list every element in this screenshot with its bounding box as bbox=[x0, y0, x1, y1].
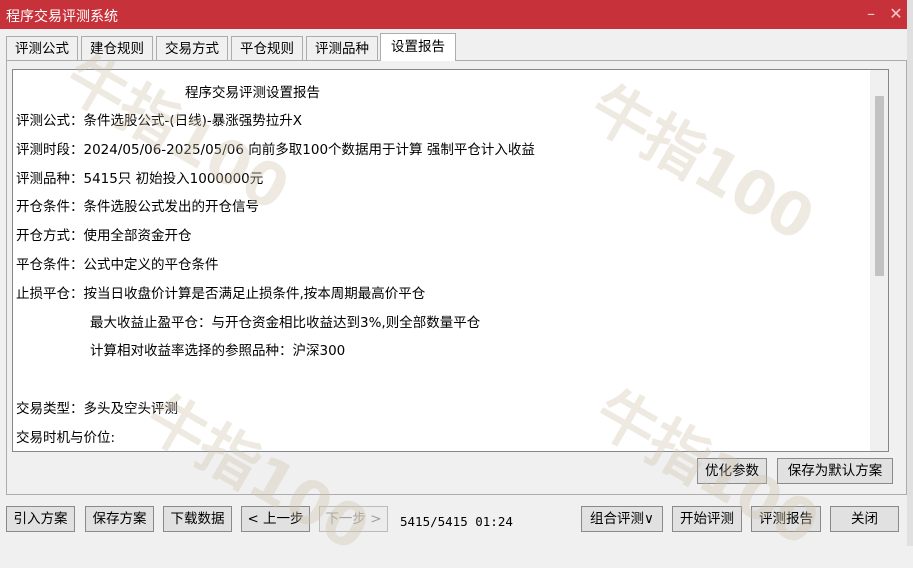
report-trade-timing: 交易时机与价位: bbox=[16, 430, 116, 446]
tab-symbols[interactable]: 评测品种 bbox=[306, 36, 378, 60]
report-open-method: 开仓方式：使用全部资金开仓 bbox=[16, 228, 192, 244]
tab-build-rules[interactable]: 建仓规则 bbox=[81, 36, 153, 60]
report-symbols: 评测品种：5415只 初始投入1000000元 bbox=[16, 171, 264, 187]
report-text-area[interactable]: 程序交易评测设置报告 评测公式：条件选股公式-(日线)-暴涨强势拉升X 评测时段… bbox=[12, 69, 889, 452]
save-default-scheme-button[interactable]: 保存为默认方案 bbox=[777, 458, 893, 484]
optimize-params-button[interactable]: 优化参数 bbox=[697, 458, 767, 484]
combo-eval-dropdown[interactable]: 组合评测∨ bbox=[581, 506, 663, 532]
report-open-condition: 开仓条件：条件选股公式发出的开仓信号 bbox=[16, 199, 259, 215]
vertical-scrollbar[interactable] bbox=[870, 70, 888, 451]
next-step-button[interactable]: 下一步 > bbox=[319, 506, 388, 532]
report-trade-type: 交易类型：多头及空头评测 bbox=[16, 401, 178, 417]
report-benchmark: 计算相对收益率选择的参照品种：沪深300 bbox=[90, 343, 346, 359]
report-heading: 程序交易评测设置报告 bbox=[185, 85, 320, 101]
title-bar: 程序交易评测系统 – ✕ bbox=[0, 0, 913, 29]
eval-report-button[interactable]: 评测报告 bbox=[751, 506, 821, 532]
report-close-condition: 平仓条件：公式中定义的平仓条件 bbox=[16, 257, 219, 273]
tab-formula[interactable]: 评测公式 bbox=[6, 36, 78, 60]
start-eval-button[interactable]: 开始评测 bbox=[672, 506, 742, 532]
close-button[interactable]: 关闭 bbox=[830, 506, 899, 532]
scrollbar-thumb[interactable] bbox=[875, 96, 884, 276]
download-data-button[interactable]: 下载数据 bbox=[163, 506, 232, 532]
close-icon[interactable]: ✕ bbox=[885, 3, 907, 25]
report-stop-loss: 止损平仓：按当日收盘价计算是否满足止损条件,按本周期最高价平仓 bbox=[16, 286, 426, 302]
window-edge bbox=[907, 0, 913, 546]
tab-close-rules[interactable]: 平仓规则 bbox=[231, 36, 303, 60]
progress-status: 5415/5415 01:24 bbox=[400, 514, 513, 529]
report-period: 评测时段：2024/05/06-2025/05/06 向前多取100个数据用于计… bbox=[16, 142, 535, 158]
tab-trade-method[interactable]: 交易方式 bbox=[156, 36, 228, 60]
prev-step-button[interactable]: < 上一步 bbox=[241, 506, 310, 532]
save-scheme-button[interactable]: 保存方案 bbox=[85, 506, 154, 532]
report-take-profit: 最大收益止盈平仓：与开仓资金相比收益达到3%,则全部数量平仓 bbox=[90, 315, 481, 331]
import-scheme-button[interactable]: 引入方案 bbox=[6, 506, 75, 532]
minimize-icon[interactable]: – bbox=[860, 3, 882, 25]
window-title: 程序交易评测系统 bbox=[6, 9, 118, 25]
tab-report-settings[interactable]: 设置报告 bbox=[380, 33, 456, 61]
report-formula: 评测公式：条件选股公式-(日线)-暴涨强势拉升X bbox=[16, 113, 303, 129]
